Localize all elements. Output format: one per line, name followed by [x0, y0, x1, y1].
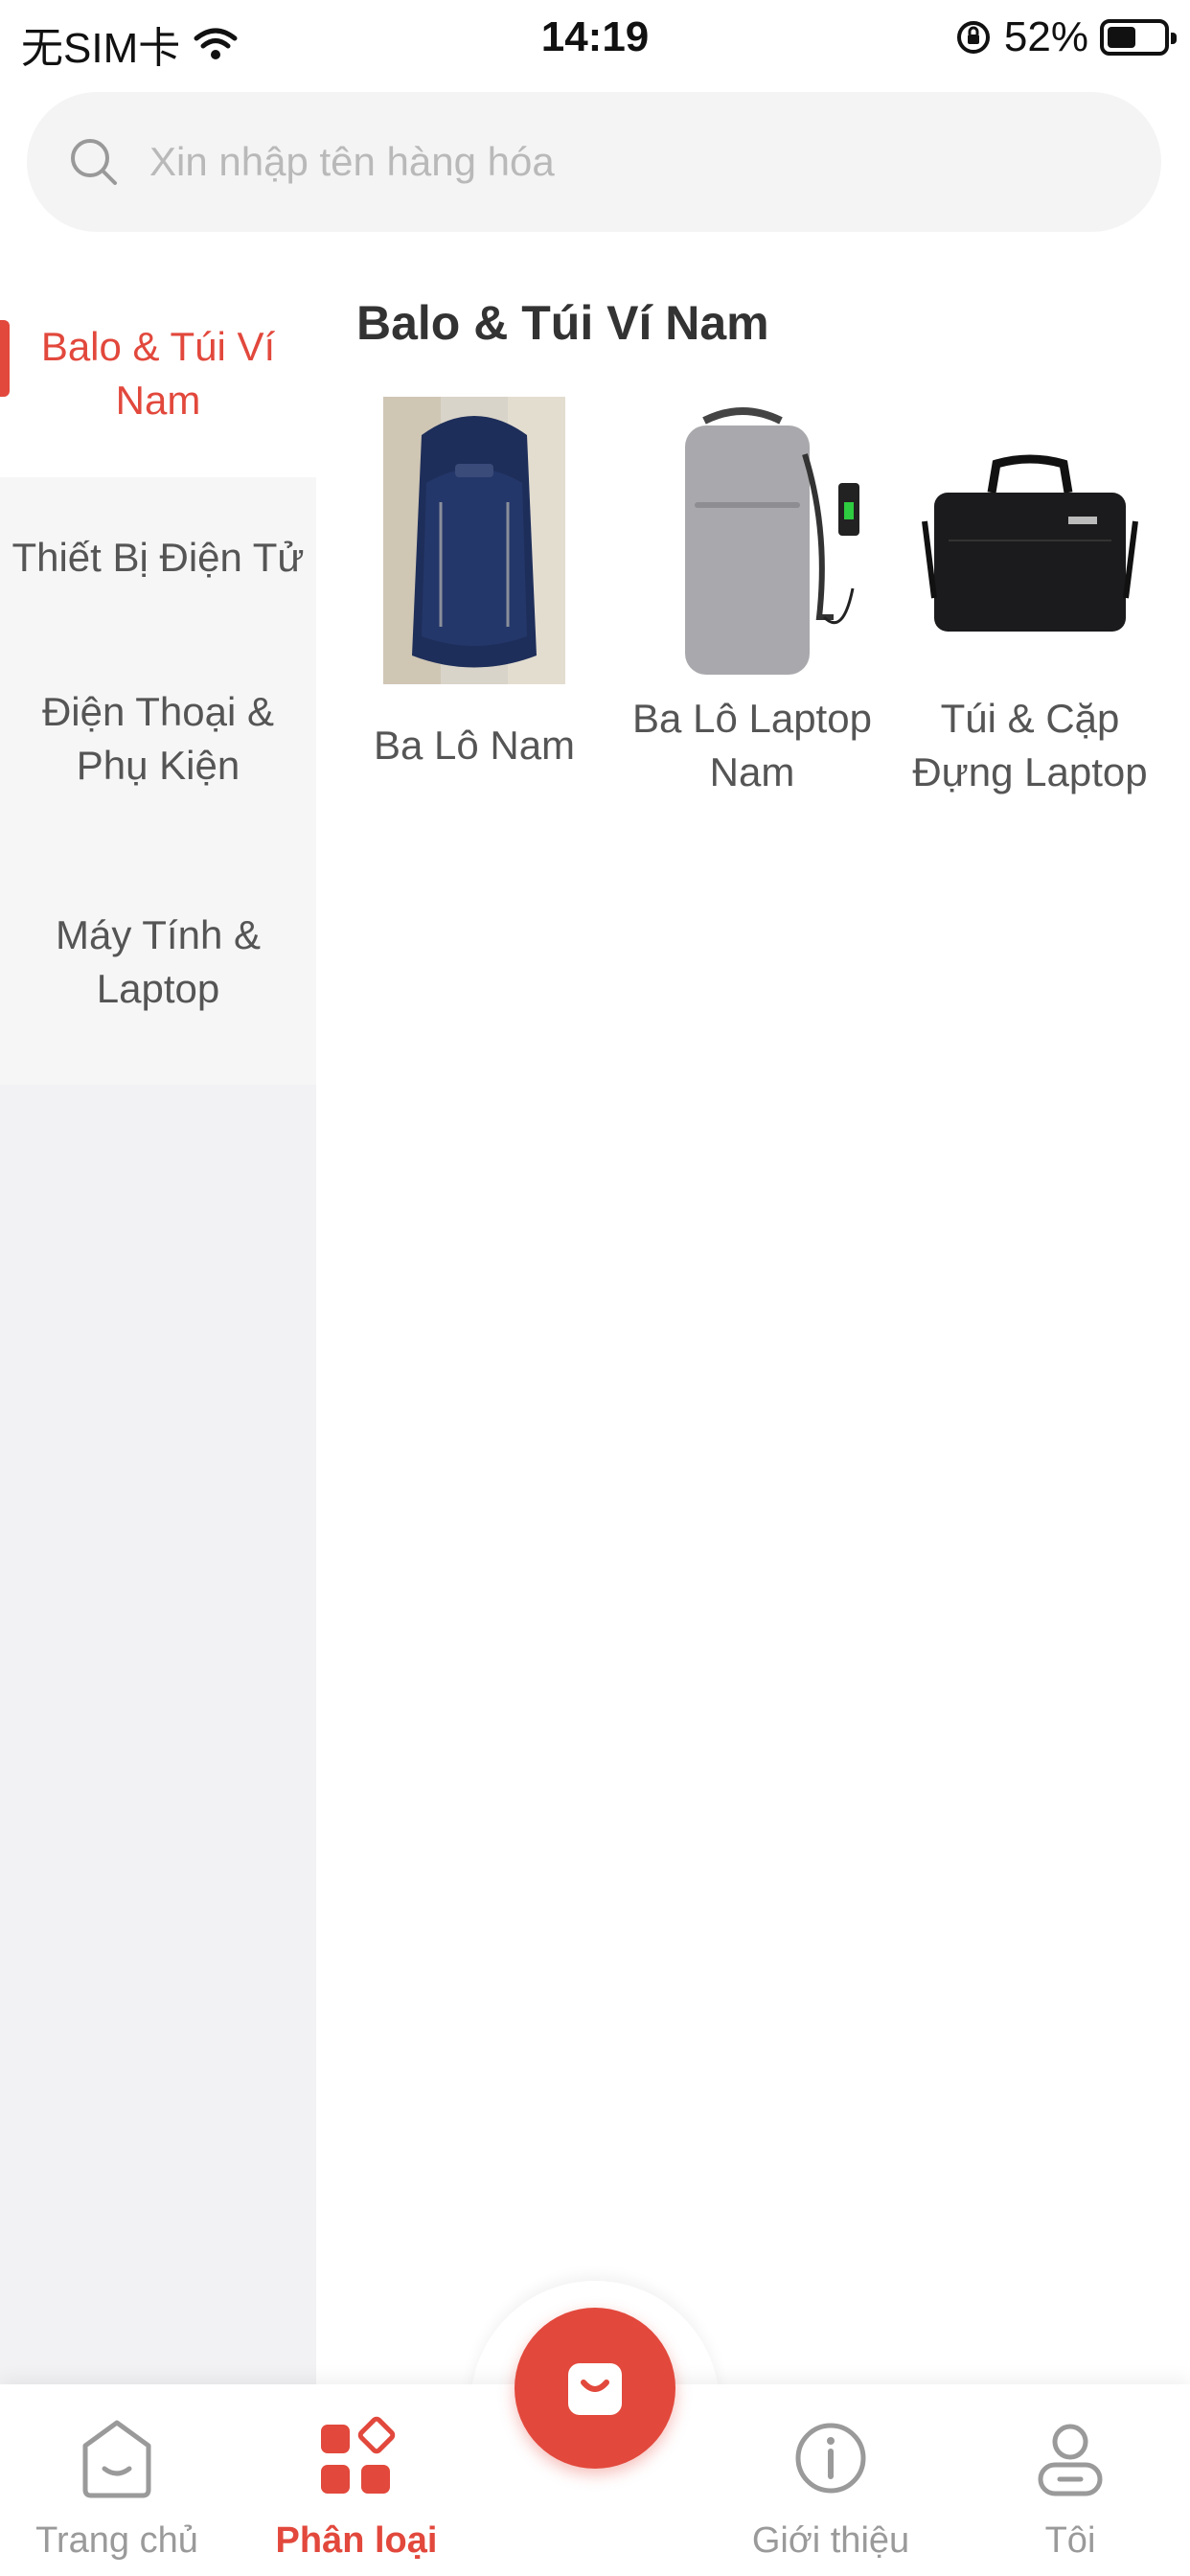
status-bar: 无SIM卡 14:19 52% — [0, 0, 1190, 79]
sidebar-item-label: Máy Tính & Laptop — [56, 912, 261, 1011]
navy-backpack-photo — [335, 397, 613, 684]
user-icon — [1038, 2424, 1103, 2496]
product-item-ba-lo-nam[interactable]: Ba Lô Nam — [335, 397, 613, 772]
tab-trang-chu[interactable]: Trang chủ — [2, 2384, 232, 2576]
tab-label: Giới thiệu — [751, 2520, 910, 2561]
battery-level — [1108, 27, 1136, 48]
sidebar-item-dien-thoai-phu-kien[interactable]: Điện Thoại & Phụ Kiện — [0, 638, 316, 840]
shopping-bag-icon — [568, 2363, 622, 2415]
product-item-ba-lo-laptop-nam[interactable]: Ba Lô Laptop Nam — [613, 397, 891, 799]
tab-label: Phân loại — [275, 2520, 438, 2561]
tab-gioi-thieu[interactable]: Giới thiệu — [716, 2384, 946, 2576]
orientation-lock-icon — [956, 21, 990, 54]
category-title: Balo & Túi Ví Nam — [356, 296, 769, 350]
sidebar-item-thiet-bi-dien-tu[interactable]: Thiết Bị Điện Tử — [0, 477, 316, 638]
product-label: Ba Lô Nam — [373, 723, 576, 768]
search-icon — [71, 139, 117, 185]
tab-label: Tôi — [1044, 2520, 1096, 2561]
product-label: Ba Lô Laptop Nam — [632, 696, 872, 794]
active-indicator — [0, 320, 10, 397]
sidebar-item-label: Thiết Bị Điện Tử — [11, 535, 305, 580]
grey-laptop-backpack-photo — [613, 397, 891, 684]
info-icon — [795, 2423, 866, 2494]
sidebar-item-label: Balo & Túi Ví Nam — [40, 324, 276, 423]
tab-phan-loai[interactable]: Phân loại — [241, 2384, 471, 2576]
product-item-tui-cap-dung-laptop[interactable]: Túi & Cặp Đựng Laptop — [891, 397, 1169, 799]
battery-icon — [1100, 19, 1177, 56]
sidebar-item-balo-tui-vi-nam[interactable]: Balo & Túi Ví Nam — [0, 270, 316, 477]
battery-percent: 52% — [1003, 13, 1088, 60]
cart-button[interactable] — [515, 2308, 675, 2469]
home-icon — [82, 2420, 151, 2498]
sidebar-item-may-tinh-laptop[interactable]: Máy Tính & Laptop — [0, 840, 316, 1085]
status-bar-right: 52% — [954, 13, 1177, 61]
search-input[interactable] — [149, 139, 1012, 185]
black-laptop-bag-photo — [891, 397, 1169, 684]
tab-toi[interactable]: Tôi — [955, 2384, 1185, 2576]
category-sidebar: Balo & Túi Ví Nam Thiết Bị Điện Tử Điện … — [0, 270, 316, 2386]
category-icon — [321, 2416, 396, 2494]
sidebar-item-label: Điện Thoại & Phụ Kiện — [41, 689, 275, 788]
tab-label: Trang chủ — [35, 2520, 198, 2561]
product-label: Túi & Cặp Đựng Laptop — [912, 696, 1148, 794]
search-bar[interactable] — [27, 92, 1161, 232]
